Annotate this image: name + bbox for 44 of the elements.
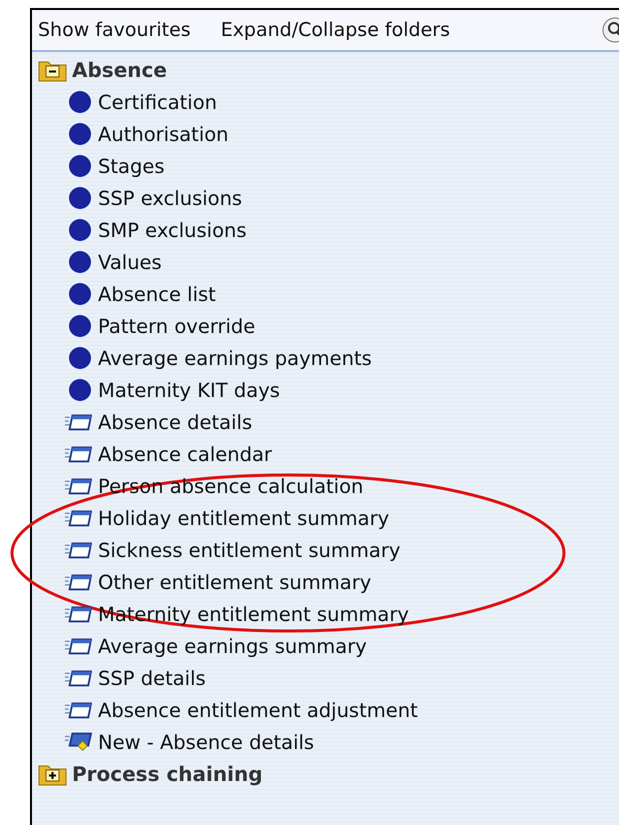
- form-icon: [64, 444, 92, 464]
- circle-icon: [68, 154, 92, 178]
- form-icon: [64, 700, 92, 720]
- toolbar-button[interactable]: Expand/Collapse folders: [220, 19, 450, 41]
- tree-item[interactable]: Stages: [98, 154, 165, 178]
- circle-icon: [68, 90, 92, 114]
- folder-label[interactable]: Process chaining: [72, 762, 263, 786]
- form-icon: [64, 540, 92, 560]
- tree-item[interactable]: SSP exclusions: [98, 186, 242, 210]
- tree-item[interactable]: Certification: [98, 90, 217, 114]
- new-form-icon: [64, 730, 92, 754]
- form-icon: [64, 508, 92, 528]
- circle-icon: [68, 314, 92, 338]
- tree-item[interactable]: Holiday entitlement summary: [98, 506, 390, 530]
- circle-icon: [68, 378, 92, 402]
- tree-item[interactable]: Values: [98, 250, 162, 274]
- tree-item[interactable]: Average earnings payments: [98, 346, 372, 370]
- form-icon: [64, 668, 92, 688]
- tree-item[interactable]: SSP details: [98, 666, 206, 690]
- toolbar-button[interactable]: Show favourites: [38, 19, 191, 41]
- tree-item[interactable]: Authorisation: [98, 122, 229, 146]
- circle-icon: [68, 186, 92, 210]
- tree-item[interactable]: Absence list: [98, 282, 216, 306]
- tree-item[interactable]: Absence entitlement adjustment: [98, 698, 418, 722]
- circle-icon: [68, 346, 92, 370]
- circle-icon: [68, 250, 92, 274]
- circle-icon: [68, 282, 92, 306]
- form-icon: [64, 604, 92, 624]
- folder-label[interactable]: Absence: [72, 58, 167, 82]
- form-icon: [64, 636, 92, 656]
- tree-item[interactable]: Other entitlement summary: [98, 570, 372, 594]
- form-icon: [64, 572, 92, 592]
- form-icon: [64, 476, 92, 496]
- tree-item[interactable]: Pattern override: [98, 314, 256, 338]
- tree-item[interactable]: Average earnings summary: [98, 634, 367, 658]
- tree-item[interactable]: Absence calendar: [98, 442, 272, 466]
- form-icon: [64, 412, 92, 432]
- tree-item[interactable]: Maternity KIT days: [98, 378, 280, 402]
- tree-item[interactable]: Sickness entitlement summary: [98, 538, 400, 562]
- tree-item[interactable]: SMP exclusions: [98, 218, 247, 242]
- tree-item[interactable]: Absence details: [98, 410, 252, 434]
- circle-icon: [68, 218, 92, 242]
- circle-icon: [68, 122, 92, 146]
- tree-item[interactable]: New - Absence details: [98, 730, 314, 754]
